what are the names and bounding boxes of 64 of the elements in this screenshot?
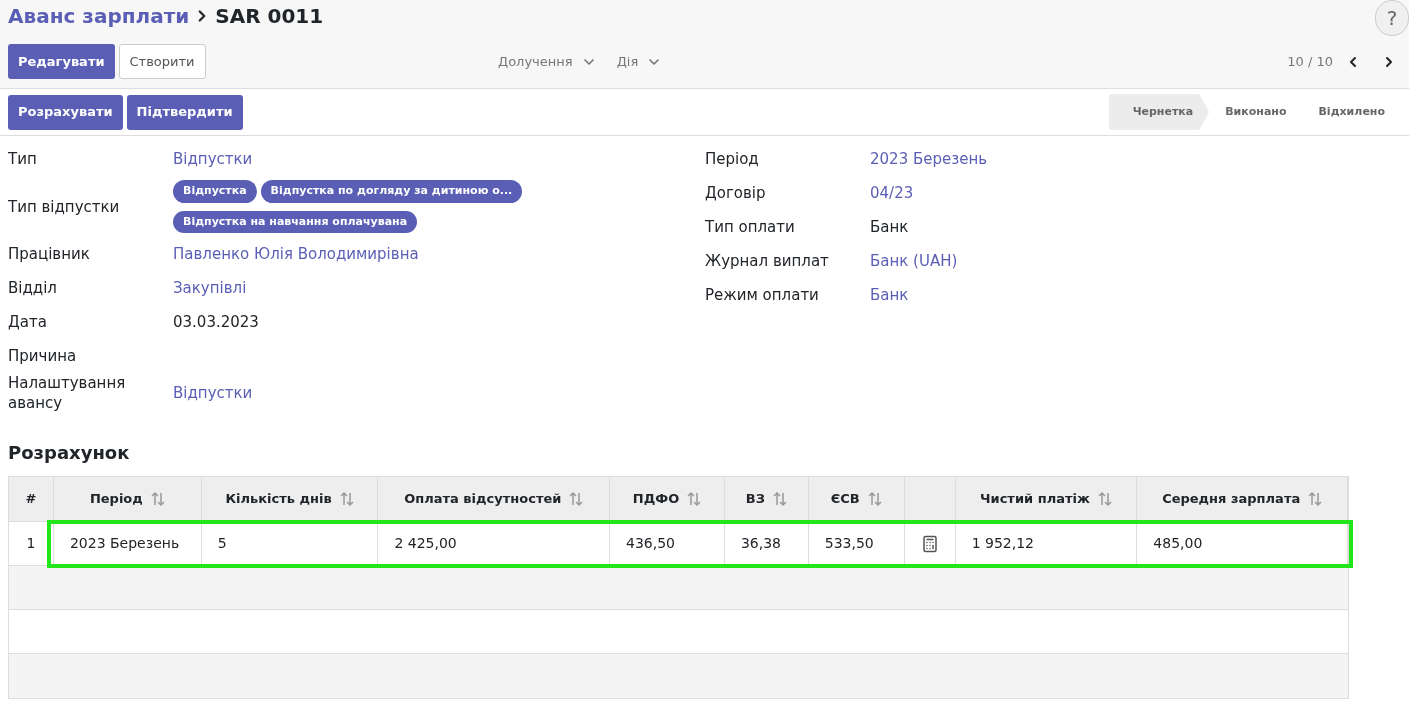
table-cell-text: 2 425,00	[394, 534, 457, 553]
field-value: 03.03.2023	[173, 311, 259, 333]
breadcrumb-link[interactable]: Аванс зарплати	[8, 1, 190, 31]
field-link[interactable]: 04/23	[870, 181, 914, 205]
field-label: Договір	[705, 183, 767, 203]
calculator-icon[interactable]	[920, 534, 939, 553]
field-label: Причина	[8, 346, 78, 366]
table-cell-text: 2023 Березень	[69, 534, 180, 553]
field-link[interactable]: 2023 Березень	[870, 147, 988, 171]
column-header[interactable]: Оплата відсутностей	[404, 489, 562, 509]
sort-icon	[687, 491, 702, 507]
field-label: Відділ	[8, 278, 58, 298]
column-header[interactable]: Чистий платіж	[980, 489, 1090, 509]
sort-icon	[569, 491, 584, 507]
toolbar-button[interactable]: Створити	[118, 44, 206, 79]
dropdown-menu[interactable]: Долучення	[498, 51, 597, 72]
toolbar-button[interactable]: Редагувати	[8, 44, 115, 79]
tag-badge: Відпустка	[173, 180, 257, 203]
tag-badge: Відпустка на навчання оплачувана	[173, 210, 418, 233]
sort-icon	[867, 491, 882, 507]
column-header[interactable]: ВЗ	[745, 489, 765, 509]
section-title: Розрахунок	[8, 441, 131, 465]
column-header[interactable]: ЄСВ	[830, 489, 860, 509]
dropdown-menu[interactable]: Дія	[616, 51, 663, 72]
field-link[interactable]: Банк (UAH)	[870, 249, 958, 273]
field-value: Банк	[870, 216, 909, 238]
table-cell-text: 5	[217, 534, 227, 553]
pager-counter: 10 / 10	[1287, 52, 1333, 71]
table-cell-text: 1 952,12	[971, 534, 1034, 553]
field-label: Працівник	[8, 244, 91, 264]
column-header[interactable]: ПДФО	[632, 489, 680, 509]
field-link[interactable]: Відпустки	[173, 147, 253, 171]
field-link[interactable]: Банк	[870, 283, 909, 307]
sort-icon	[1308, 491, 1323, 507]
field-label: Тип відпустки	[8, 196, 121, 217]
field-label: Журнал виплат	[705, 251, 830, 271]
sort-icon	[1097, 491, 1112, 507]
field-label: Дата	[8, 312, 48, 332]
sort-icon	[339, 491, 354, 507]
table-cell-text: 36,38	[740, 534, 781, 553]
record-title: SAR 0011	[215, 3, 324, 30]
action-button[interactable]: Розрахувати	[8, 94, 123, 130]
field-label: Режим оплати	[705, 285, 820, 305]
table-cell-text: 436,50	[626, 534, 676, 553]
column-header[interactable]: Кількість днів	[225, 489, 332, 509]
table-cell-text: 485,00	[1153, 534, 1203, 553]
field-label: Налаштування авансу	[8, 373, 127, 413]
column-header[interactable]: Період	[89, 489, 143, 509]
sort-icon	[150, 491, 165, 507]
table-cell-text: 1	[26, 534, 36, 553]
action-button[interactable]: Підтвердити	[126, 94, 243, 130]
table-cell-text: 533,50	[824, 534, 874, 553]
field-label: Тип оплати	[705, 217, 796, 237]
sort-icon	[772, 491, 787, 507]
field-link[interactable]: Відпустки	[173, 381, 253, 405]
tag-badge: Відпустка по догляду за дитиною о...	[260, 180, 523, 203]
field-link[interactable]: Павленко Юлія Володимирівна	[173, 242, 419, 266]
status-step[interactable]: Чернетка	[1108, 94, 1210, 130]
column-header[interactable]: Середня зарплата	[1162, 489, 1301, 509]
field-link[interactable]: Закупівлі	[173, 276, 247, 300]
field-label: Тип	[8, 149, 38, 169]
column-header[interactable]: #	[25, 489, 37, 509]
field-label: Період	[705, 149, 760, 169]
help-button[interactable]: ?	[1375, 0, 1409, 36]
